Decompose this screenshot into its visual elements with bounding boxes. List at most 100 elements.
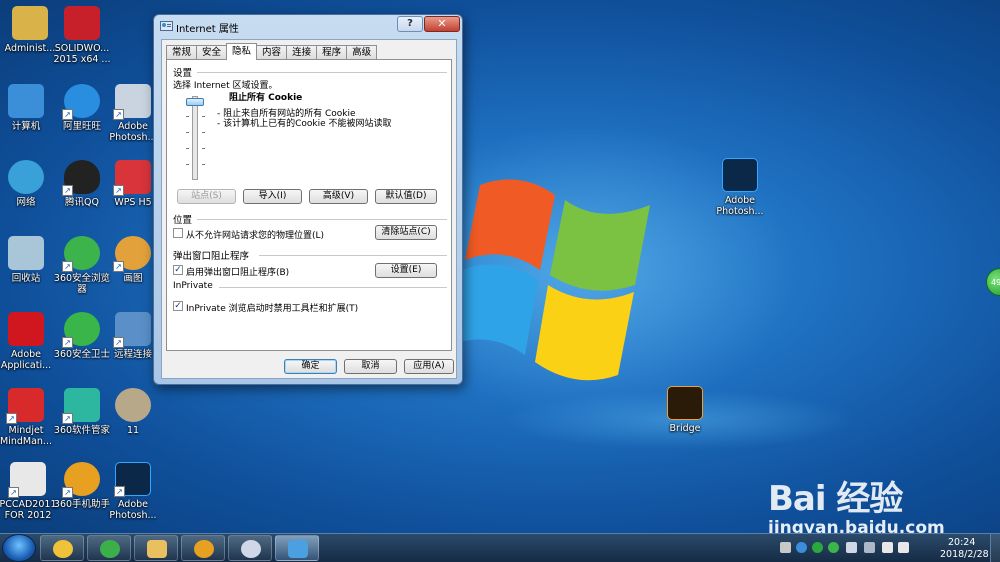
remote-desktop-icon: ↗ <box>113 312 151 348</box>
desktop-icon-360-browser[interactable]: ↗ 360安全浏览器 <box>52 236 112 295</box>
slider-tick <box>202 116 205 117</box>
slider-tick <box>202 132 205 133</box>
tab-programs[interactable]: 程序 <box>316 45 348 60</box>
aliwangwang-icon: ↗ <box>62 84 100 120</box>
pccad-icon: ↗ <box>8 462 46 498</box>
watermark: Bai 经验 jingyan.baidu.com <box>760 453 990 533</box>
360-software-icon: ↗ <box>62 388 100 424</box>
slider-thumb[interactable] <box>186 98 204 106</box>
desktop-icon-remote-desktop[interactable]: ↗ 远程连接 <box>108 312 158 360</box>
desktop-icon-computer[interactable]: 计算机 <box>0 84 56 132</box>
internet-options-icon <box>160 19 173 32</box>
wechat-icon[interactable] <box>812 542 823 553</box>
desktop-icon-360-software[interactable]: ↗ 360软件管家 <box>52 388 112 436</box>
keyboard-icon[interactable] <box>780 542 791 553</box>
watermark-url: jingyan.baidu.com <box>768 518 945 533</box>
taskbar-item-ie[interactable] <box>87 535 131 561</box>
taskbar-item-360-phone[interactable] <box>181 535 225 561</box>
cancel-button[interactable]: 取消 <box>344 359 397 374</box>
location-checkbox-label[interactable]: 从不允许网站请求您的物理位置(L) <box>186 228 324 241</box>
360-phone-icon <box>194 540 214 558</box>
solidworks-icon <box>64 6 100 40</box>
privacy-level-desc-2: - 该计算机上已有的Cookie 不能被网站读取 <box>217 119 392 129</box>
popup-blocker-checkbox[interactable]: ✓ <box>173 265 183 275</box>
desktop-icon-administrator[interactable]: Administ... <box>0 6 60 54</box>
desktop-icon-bridge[interactable]: Bridge <box>655 386 715 434</box>
taskbar-item-paint[interactable] <box>228 535 272 561</box>
popup-settings-button[interactable]: 设置(E) <box>375 263 437 278</box>
inprivate-checkbox-label[interactable]: InPrivate 浏览启动时禁用工具栏和扩展(T) <box>186 301 358 314</box>
clock-time[interactable]: 20:24 <box>948 537 975 548</box>
desktop-icon-photoshop-3[interactable]: Adobe Photosh... <box>710 158 770 217</box>
desktop-icon-solidworks[interactable]: SOLIDWO... 2015 x64 ... <box>52 6 112 65</box>
default-button[interactable]: 默认值(D) <box>375 189 437 204</box>
desktop-icon-360-phone[interactable]: ↗ 360手机助手 <box>52 462 112 510</box>
taskbar-item-360-safe[interactable] <box>40 535 84 561</box>
desktop-icon-mindjet[interactable]: ↗ Mindjet MindMan... <box>0 388 56 447</box>
inprivate-checkbox[interactable]: ✓ <box>173 301 183 311</box>
desktop-icon-adobe-application[interactable]: Adobe Applicati... <box>0 312 56 371</box>
desktop-icon-aliwangwang[interactable]: ↗ 阿里旺旺 <box>52 84 112 132</box>
desktop-icon-pccad[interactable]: ↗ PCCAD2011 FOR 2012 <box>0 462 58 521</box>
mindjet-icon: ↗ <box>6 388 44 424</box>
user-folder-icon <box>12 6 48 40</box>
360-safe-icon[interactable] <box>828 542 839 553</box>
display-icon[interactable] <box>864 542 875 553</box>
tab-general[interactable]: 常规 <box>166 45 198 60</box>
show-desktop-button[interactable] <box>990 534 1000 562</box>
desktop-icon-recycle-bin[interactable]: 回收站 <box>0 236 56 284</box>
photoshop-icon: ↗ <box>114 462 151 497</box>
clear-sites-button[interactable]: 清除站点(C) <box>375 225 437 240</box>
privacy-level-slider[interactable] <box>175 96 215 184</box>
inprivate-heading: InPrivate <box>173 281 213 291</box>
computer-icon <box>8 84 44 118</box>
sites-button[interactable]: 站点(S) <box>177 189 236 204</box>
flag-icon[interactable] <box>846 542 857 553</box>
clock-date[interactable]: 2018/2/28 <box>940 549 989 560</box>
tab-content[interactable]: 内容 <box>256 45 288 60</box>
advanced-button[interactable]: 高级(V) <box>309 189 368 204</box>
desktop-icon-photoshop-2[interactable]: ↗ Adobe Photosh... <box>108 462 158 521</box>
desktop-icon-paint[interactable]: ↗ 画图 <box>108 236 158 284</box>
privacy-level-title: 阻止所有 Cookie <box>229 93 303 103</box>
taskbar: 20:24 2018/2/28 <box>0 533 1000 562</box>
ok-button[interactable]: 确定 <box>284 359 337 374</box>
close-button[interactable]: ✕ <box>424 16 460 32</box>
taskbar-item-explorer[interactable] <box>134 535 178 561</box>
help-icon[interactable] <box>796 542 807 553</box>
volume-icon[interactable] <box>898 542 909 553</box>
desktop-icon-photoshop-1[interactable]: ↗ Adobe Photosh... <box>108 84 158 143</box>
desktop-icon-qq[interactable]: ↗ 腾讯QQ <box>52 160 112 208</box>
popup-blocker-checkbox-label[interactable]: 启用弹出窗口阻止程序(B) <box>186 265 289 278</box>
help-button[interactable]: ? <box>397 16 423 32</box>
floating-widget-badge[interactable]: 49 <box>986 268 1000 296</box>
apply-button[interactable]: 应用(A) <box>404 359 454 374</box>
tab-connections[interactable]: 连接 <box>286 45 318 60</box>
desktop-icon-image-11[interactable]: 11 <box>108 388 158 436</box>
network-signal-icon[interactable] <box>882 542 893 553</box>
tab-privacy[interactable]: 隐私 <box>226 43 258 60</box>
ie-icon <box>100 540 120 558</box>
360-safe-icon <box>53 540 73 558</box>
slider-track <box>192 96 198 180</box>
360-phone-icon: ↗ <box>62 462 100 498</box>
slider-tick <box>202 164 205 165</box>
location-checkbox[interactable] <box>173 228 183 238</box>
wps-icon: ↗ <box>113 160 151 196</box>
title-bar[interactable]: Internet 属性 ? ✕ <box>154 15 462 37</box>
desktop-icon-360-safe[interactable]: ↗ 360安全卫士 <box>52 312 112 360</box>
popup-blocker-heading: 弹出窗口阻止程序 <box>173 251 250 262</box>
tab-advanced[interactable]: 高级 <box>346 45 378 60</box>
slider-tick <box>186 116 189 117</box>
control-panel-icon <box>288 540 308 558</box>
import-button[interactable]: 导入(I) <box>243 189 302 204</box>
location-divider <box>197 219 447 220</box>
desktop-icon-network[interactable]: 网络 <box>0 160 56 208</box>
taskbar-item-control-panel[interactable] <box>275 535 319 561</box>
location-heading: 位置 <box>173 215 193 226</box>
tab-security[interactable]: 安全 <box>196 45 228 60</box>
network-icon <box>8 160 44 194</box>
start-button[interactable] <box>2 534 36 562</box>
desktop-icon-wps[interactable]: ↗ WPS H5 <box>108 160 158 208</box>
360-browser-icon: ↗ <box>62 236 100 272</box>
